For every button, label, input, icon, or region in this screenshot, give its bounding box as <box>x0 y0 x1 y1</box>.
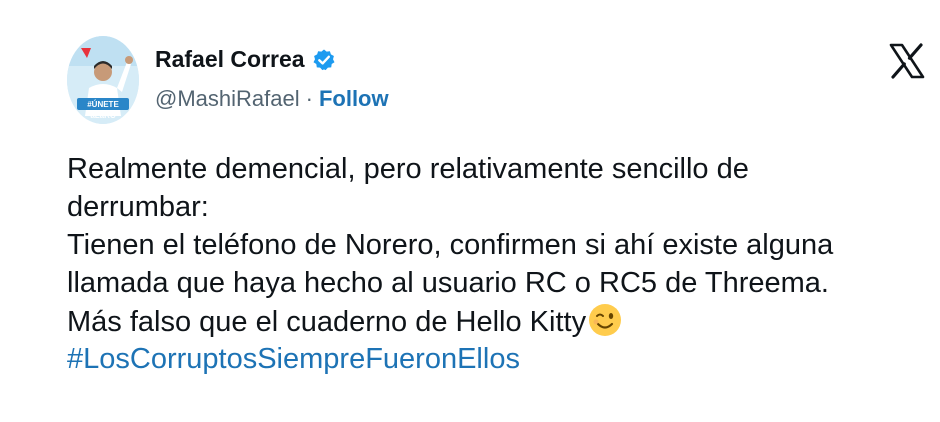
avatar-text-line2: aLaRC <box>90 111 116 120</box>
tweet-line-5-row: Más falso que el cuaderno de Hello Kitty <box>67 302 927 340</box>
avatar-image: #ÚNETE aLaRC <box>67 36 139 124</box>
tweet-line-4: llamada que haya hecho al usuario RC o R… <box>67 267 829 299</box>
avatar-text-line1: #ÚNETE <box>87 100 119 109</box>
tweet-line-5: Más falso que el cuaderno de Hello Kitty <box>67 306 587 338</box>
winking-face-icon <box>587 302 623 338</box>
x-logo-icon[interactable] <box>889 43 925 79</box>
tweet-text: Realmente demencial, pero relativamente … <box>67 150 927 378</box>
follow-button[interactable]: Follow <box>319 86 389 112</box>
tweet-card: #ÚNETE aLaRC Rafael Correa @MashiRafael … <box>0 0 940 422</box>
tweet-line-2: derrumbar: <box>67 191 209 223</box>
verified-badge-icon <box>312 48 336 72</box>
separator-dot: · <box>305 86 313 111</box>
author-name-row: Rafael Correa <box>155 46 336 73</box>
author-handle-row: @MashiRafael · Follow <box>155 86 389 112</box>
avatar[interactable]: #ÚNETE aLaRC <box>67 36 139 124</box>
author-handle[interactable]: @MashiRafael <box>155 86 300 112</box>
hashtag-link[interactable]: #LosCorruptosSiempreFueronEllos <box>67 340 927 378</box>
author-display-name[interactable]: Rafael Correa <box>155 46 305 73</box>
tweet-line-1: Realmente demencial, pero relativamente … <box>67 153 749 185</box>
tweet-line-3: Tienen el teléfono de Norero, confirmen … <box>67 229 834 261</box>
